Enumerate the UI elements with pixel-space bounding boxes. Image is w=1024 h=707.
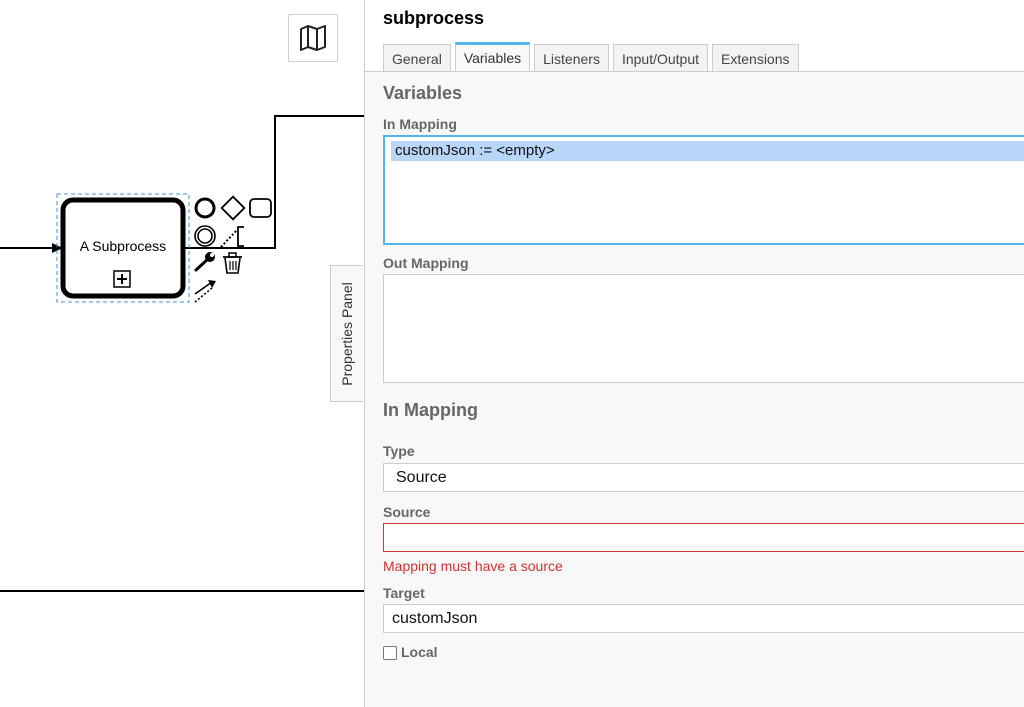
tab-bar: General Variables Listeners Input/Output… — [383, 42, 803, 72]
in-mapping-label: In Mapping — [383, 116, 457, 132]
target-input[interactable]: customJson — [383, 604, 1024, 633]
subprocess-label[interactable]: A Subprocess — [64, 238, 182, 254]
properties-panel-toggle-label: Properties Panel — [339, 281, 355, 386]
source-error-message: Mapping must have a source — [383, 558, 563, 574]
gateway-icon[interactable] — [220, 195, 246, 221]
local-label[interactable]: Local — [401, 644, 438, 660]
type-label: Type — [383, 443, 415, 459]
intermediate-event-icon[interactable] — [194, 225, 216, 247]
section-title-variables: Variables — [383, 83, 463, 103]
start-event-icon[interactable] — [194, 197, 216, 219]
diagram-canvas[interactable]: A Subprocess — [0, 0, 364, 707]
minimap-toggle-button[interactable] — [288, 14, 338, 62]
task-icon[interactable] — [249, 198, 272, 218]
trash-icon[interactable] — [223, 252, 242, 274]
properties-panel-toggle[interactable]: Properties Panel — [330, 265, 363, 402]
panel-header: subprocess General Variables Listeners I… — [365, 0, 1024, 72]
arrow-connect-icon[interactable] — [194, 280, 216, 303]
tab-variables[interactable]: Variables — [454, 42, 531, 72]
expand-icon[interactable] — [113, 270, 131, 288]
out-mapping-label: Out Mapping — [383, 255, 469, 271]
type-select[interactable]: Source — [383, 463, 1024, 492]
in-mapping-detail-title: In Mapping — [383, 400, 478, 420]
connect-icon[interactable] — [220, 229, 238, 248]
diagram-svg — [0, 115, 364, 592]
panel-title: subprocess — [383, 8, 485, 28]
source-input[interactable] — [383, 523, 1024, 552]
tab-input-output[interactable]: Input/Output — [612, 44, 709, 72]
target-label: Target — [383, 585, 425, 601]
tab-listeners[interactable]: Listeners — [534, 44, 609, 72]
tab-extensions[interactable]: Extensions — [712, 44, 799, 72]
in-mapping-list[interactable]: customJson := <empty> — [383, 135, 1024, 245]
tab-divider — [365, 71, 1024, 72]
annotation-icon[interactable] — [237, 226, 244, 247]
map-icon — [300, 25, 326, 51]
in-mapping-item[interactable]: customJson := <empty> — [391, 141, 1024, 161]
local-checkbox[interactable] — [383, 646, 397, 660]
source-label: Source — [383, 504, 431, 520]
wrench-icon[interactable] — [194, 252, 215, 272]
properties-panel: subprocess General Variables Listeners I… — [364, 0, 1024, 707]
out-mapping-list[interactable] — [383, 274, 1024, 383]
tab-general[interactable]: General — [383, 44, 451, 72]
